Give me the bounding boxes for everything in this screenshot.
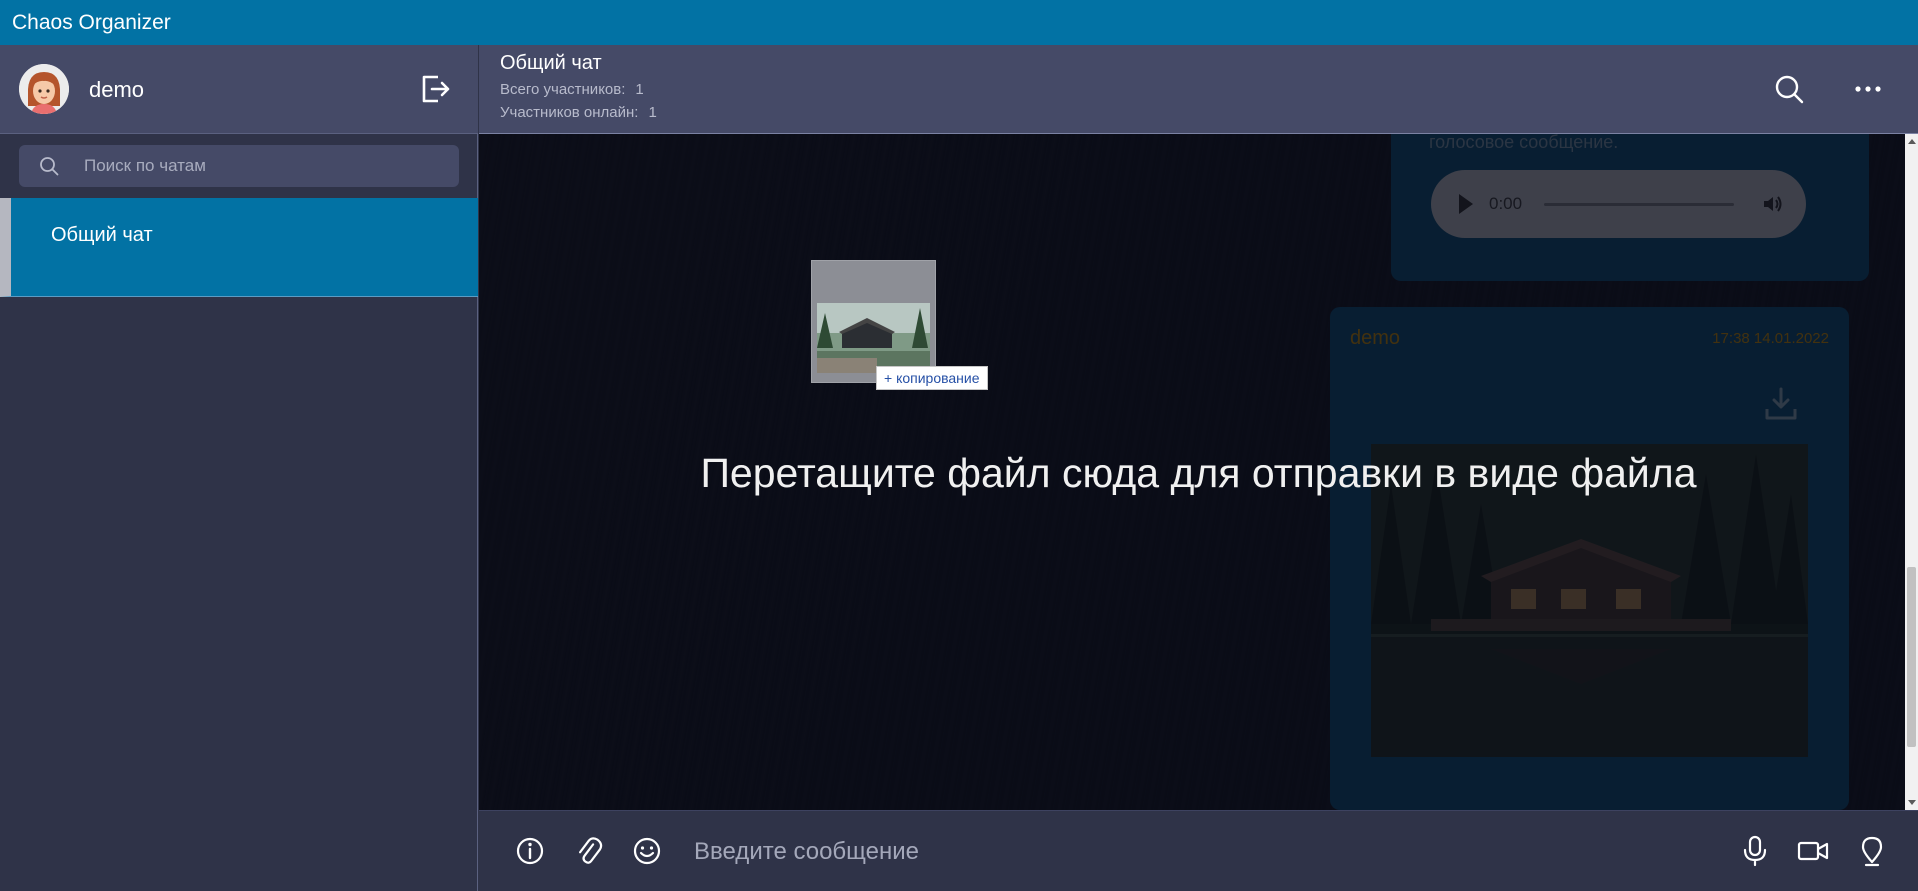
message-sender: demo	[1350, 327, 1401, 349]
search-icon	[40, 157, 59, 176]
sidebar-item-general-chat[interactable]: Общий чат	[0, 198, 478, 297]
scrollbar-thumb[interactable]	[1907, 567, 1916, 747]
voice-record-button[interactable]	[1738, 834, 1772, 868]
message-bubble-image: demo 17:38 14.01.2022	[1330, 307, 1849, 810]
more-dots-icon	[1855, 86, 1881, 92]
audio-player[interactable]: 0:00	[1431, 170, 1806, 238]
dragged-file-thumbnail	[817, 303, 930, 373]
search-icon	[1775, 75, 1804, 104]
scroll-down-arrow-icon[interactable]	[1908, 800, 1916, 805]
audio-time: 0:00	[1489, 194, 1523, 213]
chat-search-input[interactable]	[84, 145, 444, 187]
play-icon[interactable]	[1459, 194, 1473, 214]
message-bubble-audio: голосовое сообщение. 0:00	[1391, 114, 1869, 281]
chat-search-box	[19, 145, 459, 187]
online-members-value: 1	[648, 104, 657, 121]
copy-tooltip: + копирование	[876, 366, 988, 390]
download-icon[interactable]	[1762, 385, 1800, 423]
info-button[interactable]	[513, 834, 547, 868]
video-record-button[interactable]	[1796, 834, 1830, 868]
logout-icon	[422, 75, 450, 103]
more-menu-button[interactable]	[1851, 72, 1885, 106]
chat-panel: Общий чат Всего участников: 1 Участников …	[479, 45, 1918, 891]
video-camera-icon	[1797, 841, 1829, 861]
username: demo	[89, 77, 145, 102]
avatar-female-icon	[19, 64, 69, 114]
attach-button[interactable]	[572, 834, 606, 868]
info-icon	[516, 837, 544, 865]
location-pin-icon	[1861, 836, 1883, 867]
paperclip-icon	[578, 837, 603, 864]
online-members-label: Участников онлайн:	[500, 104, 639, 121]
user-bar: demo	[0, 45, 478, 134]
total-members-label: Всего участников:	[500, 81, 626, 98]
total-members-stat: Всего участников: 1	[500, 81, 644, 98]
smile-icon	[633, 837, 661, 865]
microphone-icon	[1743, 835, 1767, 867]
message-list-scrollbar[interactable]	[1905, 134, 1918, 810]
chat-header: Общий чат Всего участников: 1 Участников …	[479, 45, 1918, 134]
app-title: Chaos Organizer	[12, 11, 171, 34]
total-members-value: 1	[635, 81, 644, 98]
message-text: голосовое сообщение.	[1429, 132, 1619, 152]
dragged-file-preview	[811, 260, 936, 383]
plus-icon: +	[884, 370, 893, 386]
online-members-stat: Участников онлайн: 1	[500, 104, 657, 121]
app-titlebar: Chaos Organizer	[0, 0, 1918, 45]
sidebar: demo Общий чат	[0, 45, 478, 891]
message-timestamp: 17:38 14.01.2022	[1712, 330, 1829, 347]
drop-hint-text: Перетащите файл сюда для отправки в виде…	[700, 450, 1697, 496]
chat-item-label: Общий чат	[51, 224, 153, 246]
copy-tooltip-label: копирование	[896, 370, 980, 386]
logout-button[interactable]	[418, 72, 452, 106]
avatar[interactable]	[19, 64, 69, 114]
volume-icon[interactable]	[1761, 192, 1785, 216]
audio-progress-track[interactable]	[1544, 203, 1734, 206]
message-input[interactable]	[694, 811, 1694, 891]
chat-title: Общий чат	[500, 52, 602, 74]
emoji-button[interactable]	[630, 834, 664, 868]
message-composer	[479, 810, 1918, 891]
send-location-button[interactable]	[1855, 834, 1889, 868]
scroll-up-arrow-icon[interactable]	[1908, 139, 1916, 144]
message-search-button[interactable]	[1772, 72, 1806, 106]
